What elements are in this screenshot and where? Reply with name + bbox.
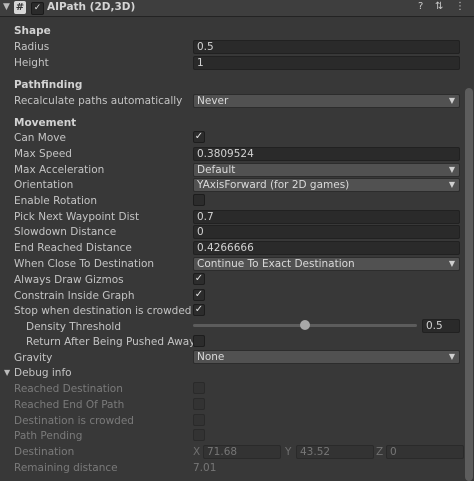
destination-z-field: 0 — [386, 445, 464, 459]
gravity-dropdown[interactable]: None ▼ — [193, 350, 460, 364]
max-acceleration-label: Max Acceleration — [14, 164, 105, 176]
reached-destination-label: Reached Destination — [14, 383, 123, 395]
pick-next-waypoint-field[interactable]: 0.7 — [193, 210, 460, 224]
component-header[interactable]: ▼ # ✓ AIPath (2D,3D) ? ⇅ ⋮ — [0, 0, 474, 17]
max-speed-label: Max Speed — [14, 148, 72, 160]
always-draw-gizmos-label: Always Draw Gizmos — [14, 274, 124, 286]
orientation-label: Orientation — [14, 179, 74, 191]
recalculate-label: Recalculate paths automatically — [14, 95, 183, 107]
density-threshold-label: Density Threshold — [26, 321, 122, 333]
gravity-value: None — [197, 351, 225, 363]
return-after-pushed-label: Return After Being Pushed Away — [26, 336, 196, 348]
recalculate-dropdown[interactable]: Never ▼ — [193, 94, 460, 108]
destination-z-label: Z — [376, 446, 384, 458]
dropdown-arrow-icon: ▼ — [448, 259, 455, 268]
dropdown-arrow-icon: ▼ — [448, 352, 455, 361]
destination-y-label: Y — [285, 446, 292, 458]
destination-y-field: 43.52 — [296, 445, 374, 459]
foldout-arrow-icon[interactable]: ▼ — [3, 2, 10, 12]
path-pending-checkbox — [193, 429, 205, 441]
density-threshold-field[interactable]: 0.5 — [422, 319, 460, 333]
recalculate-value: Never — [197, 95, 229, 107]
stop-when-crowded-label: Stop when destination is crowded — [14, 305, 192, 317]
stop-when-crowded-checkbox[interactable]: ✓ — [193, 304, 205, 316]
dropdown-arrow-icon: ▼ — [448, 165, 455, 174]
gravity-label: Gravity — [14, 352, 53, 364]
reached-destination-checkbox — [193, 382, 205, 394]
when-close-value: Continue To Exact Destination — [197, 258, 355, 270]
always-draw-gizmos-checkbox[interactable]: ✓ — [193, 273, 205, 285]
slowdown-distance-label: Slowdown Distance — [14, 226, 117, 238]
when-close-dropdown[interactable]: Continue To Exact Destination ▼ — [193, 257, 460, 271]
remaining-distance-value: 7.01 — [193, 462, 217, 474]
section-debug-info[interactable]: Debug info — [14, 367, 72, 379]
can-move-label: Can Move — [14, 132, 66, 144]
height-field[interactable]: 1 — [193, 56, 460, 70]
section-shape: Shape — [14, 25, 51, 37]
section-pathfinding: Pathfinding — [14, 79, 83, 91]
orientation-value: YAxisForward (for 2D games) — [197, 179, 350, 191]
reached-end-of-path-label: Reached End Of Path — [14, 399, 125, 411]
end-reached-distance-field[interactable]: 0.4266666 — [193, 241, 460, 255]
enable-rotation-checkbox[interactable] — [193, 194, 205, 206]
context-menu-icon[interactable]: ⋮ — [455, 1, 465, 12]
dropdown-arrow-icon: ▼ — [448, 96, 455, 105]
inspector-scrollbar[interactable] — [465, 88, 473, 481]
density-slider-handle[interactable] — [300, 320, 310, 330]
slowdown-distance-field[interactable]: 0 — [193, 225, 460, 239]
component-title: AIPath (2D,3D) — [47, 1, 136, 13]
debug-foldout-arrow-icon[interactable]: ▼ — [4, 368, 10, 377]
constrain-inside-graph-checkbox[interactable]: ✓ — [193, 289, 205, 301]
destination-crowded-checkbox — [193, 414, 205, 426]
when-close-label: When Close To Destination — [14, 258, 155, 270]
destination-label: Destination — [14, 446, 75, 458]
height-label: Height — [14, 57, 49, 69]
destination-crowded-label: Destination is crowded — [14, 415, 134, 427]
orientation-dropdown[interactable]: YAxisForward (for 2D games) ▼ — [193, 178, 460, 192]
radius-field[interactable]: 0.5 — [193, 40, 460, 54]
presets-icon[interactable]: ⇅ — [435, 1, 443, 12]
pick-next-waypoint-label: Pick Next Waypoint Dist — [14, 211, 140, 223]
max-speed-field[interactable]: 0.3809524 — [193, 147, 460, 161]
can-move-checkbox[interactable]: ✓ — [193, 131, 205, 143]
end-reached-distance-label: End Reached Distance — [14, 242, 132, 254]
remaining-distance-label: Remaining distance — [14, 462, 118, 474]
max-acceleration-dropdown[interactable]: Default ▼ — [193, 163, 460, 177]
destination-x-label: X — [193, 446, 201, 458]
constrain-inside-graph-label: Constrain Inside Graph — [14, 290, 135, 302]
component-enabled-checkbox[interactable]: ✓ — [31, 2, 44, 15]
path-pending-label: Path Pending — [14, 430, 83, 442]
help-icon[interactable]: ? — [418, 1, 423, 12]
max-acceleration-value: Default — [197, 164, 236, 176]
reached-end-of-path-checkbox — [193, 398, 205, 410]
radius-label: Radius — [14, 41, 50, 53]
script-icon: # — [14, 1, 26, 14]
destination-x-field: 71.68 — [203, 445, 281, 459]
return-after-pushed-checkbox[interactable] — [193, 335, 205, 347]
dropdown-arrow-icon: ▼ — [448, 180, 455, 189]
section-movement: Movement — [14, 117, 77, 129]
enable-rotation-label: Enable Rotation — [14, 195, 98, 207]
